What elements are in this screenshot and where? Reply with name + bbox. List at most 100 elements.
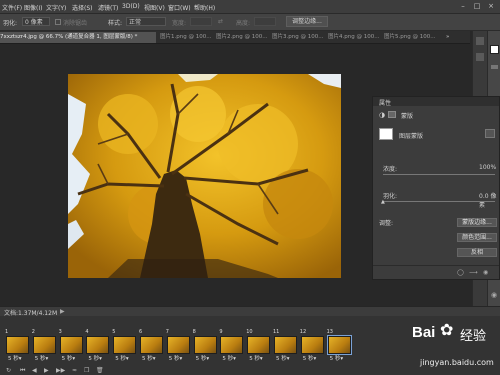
timeline-frame[interactable]: 11 5 秒▾ <box>272 329 298 362</box>
timeline-frame[interactable]: 3 5 秒▾ <box>58 329 84 362</box>
antialias-checkbox[interactable] <box>55 19 61 25</box>
timeline-frame[interactable]: 6 5 秒▾ <box>138 329 164 362</box>
frame-duration[interactable]: 5 秒▾ <box>330 354 344 362</box>
menu-filter[interactable]: 滤镜(T) <box>98 3 118 12</box>
tab-overflow-icon[interactable]: » <box>446 32 466 43</box>
frame-duration[interactable]: 5 秒▾ <box>35 354 49 362</box>
tab-image-1[interactable]: 图片1.png @ 100... <box>160 32 214 43</box>
next-frame-icon[interactable]: ▶▶ <box>56 367 65 374</box>
minimize-icon[interactable]: – <box>458 2 468 10</box>
menu-view[interactable]: 视图(V) <box>144 3 165 12</box>
frame-duration[interactable]: 5 秒▾ <box>62 354 76 362</box>
timeline-frame[interactable]: 7 5 秒▾ <box>165 329 191 362</box>
prev-frame-icon[interactable]: ◀ <box>32 367 37 374</box>
properties-panel: 属性 ◑ 蒙版 图层蒙版 浓度: 100% 羽化: 0.0 像素 ▲ 调整: 蒙… <box>372 96 500 280</box>
width-input[interactable] <box>190 17 212 26</box>
invert-button[interactable]: 反相 <box>457 248 497 257</box>
duplicate-frame-icon[interactable]: ❐ <box>84 367 89 374</box>
delete-frame-icon[interactable]: 🗑 <box>96 367 104 374</box>
ginkgo-tree-photo[interactable] <box>68 74 341 278</box>
frame-duration[interactable]: 5 秒▾ <box>249 354 263 362</box>
frame-number: 1 <box>5 329 9 335</box>
mask-edge-button[interactable]: 蒙版边缘... <box>457 218 497 227</box>
frame-duration[interactable]: 5 秒▾ <box>115 354 129 362</box>
play-icon[interactable]: ▶ <box>44 367 49 374</box>
frame-thumbnail[interactable] <box>274 336 297 354</box>
panel-toggle-icon[interactable] <box>491 65 498 69</box>
color-swatch-icon[interactable] <box>490 45 499 54</box>
frame-thumbnail[interactable] <box>220 336 244 354</box>
vector-mask-icon[interactable] <box>388 111 396 118</box>
timeline-frame[interactable]: 1 5 秒▾ <box>4 329 30 362</box>
frame-thumbnail[interactable] <box>6 336 29 354</box>
menu-image[interactable]: 图像(I) <box>24 3 42 12</box>
tab-image-3[interactable]: 图片3.png @ 100... <box>272 32 326 43</box>
tab-image-4[interactable]: 图片4.png @ 100... <box>328 32 382 43</box>
menu-help[interactable]: 帮助(H) <box>194 3 215 12</box>
menu-3d[interactable]: 3D(D) <box>122 3 140 10</box>
feather-slider-handle[interactable]: ▲ <box>381 199 385 205</box>
load-selection-icon[interactable]: ◯ <box>457 269 464 276</box>
watermark-brand: Bai <box>412 324 436 341</box>
restore-icon[interactable]: □ <box>472 2 482 10</box>
loop-options-icon[interactable]: ↻ <box>6 367 11 374</box>
visibility-icon[interactable]: ◉ <box>483 269 488 276</box>
frame-duration[interactable]: 5 秒▾ <box>88 354 102 362</box>
feather-input[interactable]: 0 像素 <box>22 17 50 26</box>
frame-thumbnail[interactable] <box>166 336 190 354</box>
frame-duration[interactable]: 5 秒▾ <box>276 354 290 362</box>
menu-file[interactable]: 文件(F) <box>2 3 22 12</box>
frame-thumbnail[interactable] <box>300 336 324 354</box>
frame-duration[interactable]: 5 秒▾ <box>196 354 210 362</box>
timeline-frame[interactable]: 9 5 秒▾ <box>218 329 244 362</box>
apply-mask-icon[interactable]: ⟶ <box>469 269 478 276</box>
refine-edge-button[interactable]: 调整边缘... <box>286 16 328 27</box>
menu-type[interactable]: 文字(Y) <box>46 3 66 12</box>
panel-dock-icon[interactable] <box>476 53 484 61</box>
frame-duration[interactable]: 5 秒▾ <box>222 354 236 362</box>
style-select[interactable]: 正常 <box>126 17 166 26</box>
panel-dock-icon[interactable] <box>476 37 484 45</box>
frame-thumbnail[interactable] <box>247 336 271 354</box>
height-input[interactable] <box>254 17 276 26</box>
frame-duration[interactable]: 5 秒▾ <box>303 354 317 362</box>
status-menu-icon[interactable]: ▶ <box>60 308 65 315</box>
timeline-frame[interactable]: 2 5 秒▾ <box>31 329 57 362</box>
panel-tab-properties[interactable]: 属性 <box>379 98 391 107</box>
frame-thumbnail[interactable] <box>59 336 83 354</box>
mask-options-icon[interactable] <box>485 129 495 138</box>
frame-duration[interactable]: 5 秒▾ <box>169 354 183 362</box>
timeline-frame[interactable]: 10 5 秒▾ <box>245 329 271 362</box>
tab-document-active[interactable]: 7xxztszr4.jpg @ 66.7% (通道复合器 1, 图层蒙版/8) … <box>0 32 156 43</box>
swap-icon[interactable]: ⇄ <box>218 18 223 25</box>
tab-image-5[interactable]: 图片5.png @ 100... <box>384 32 438 43</box>
mask-type-icon[interactable]: ◑ <box>379 111 385 119</box>
tween-icon[interactable]: ≈ <box>72 367 77 374</box>
frame-duration[interactable]: 5 秒▾ <box>142 354 156 362</box>
mask-thumbnail[interactable] <box>379 128 393 140</box>
timeline-frame[interactable]: 12 5 秒▾ <box>299 329 325 362</box>
frame-thumbnail[interactable] <box>140 336 163 354</box>
color-range-button[interactable]: 颜色范围... <box>457 233 497 242</box>
timeline-frame[interactable]: 13 5 秒▾ <box>326 329 352 362</box>
density-slider[interactable] <box>383 174 495 175</box>
frame-thumbnail[interactable] <box>86 336 110 354</box>
frame-thumbnail[interactable] <box>193 336 217 354</box>
frame-thumbnail[interactable] <box>32 336 56 354</box>
feather-label-panel: 羽化: <box>383 193 398 200</box>
tab-image-2[interactable]: 图片2.png @ 100... <box>216 32 270 43</box>
frame-thumbnail[interactable] <box>113 336 137 354</box>
density-value[interactable]: 100% <box>479 164 496 171</box>
close-icon[interactable]: × <box>486 2 496 10</box>
timeline-frame[interactable]: 4 5 秒▾ <box>84 329 110 362</box>
channels-icon[interactable]: ◉ <box>491 291 497 299</box>
first-frame-icon[interactable]: ⏮ <box>20 367 25 375</box>
frame-thumbnail[interactable] <box>326 335 352 355</box>
menu-window[interactable]: 窗口(W) <box>168 3 191 12</box>
menu-select[interactable]: 选择(S) <box>72 3 93 12</box>
feather-slider[interactable] <box>383 201 495 202</box>
timeline-frame[interactable]: 5 5 秒▾ <box>111 329 137 362</box>
feather-value-panel[interactable]: 0.0 像素 <box>479 191 499 209</box>
timeline-frame[interactable]: 8 5 秒▾ <box>192 329 218 362</box>
frame-duration[interactable]: 5 秒▾ <box>8 354 22 362</box>
